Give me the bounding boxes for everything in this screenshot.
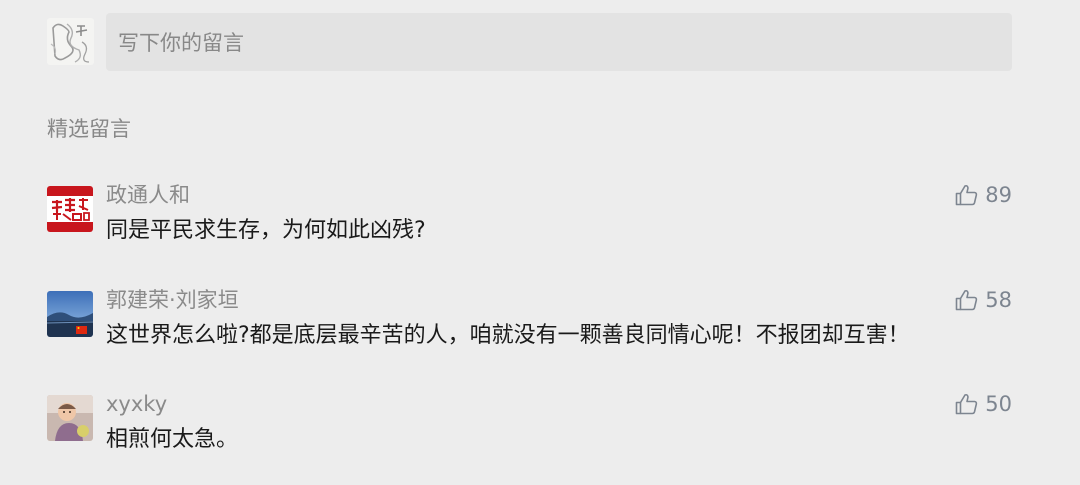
red-calligraphy-avatar[interactable] [47, 186, 93, 232]
like-count: 89 [985, 183, 1012, 207]
comment-item: 郭建荣·刘家垣 这世界怎么啦?都是底层最辛苦的人，咱就没有一颗善良同情心呢！不报… [0, 288, 1080, 381]
comment-text: 同是平民求生存，为何如此凶残? [106, 218, 426, 243]
comment-author[interactable]: 政通人和 [106, 181, 190, 209]
comment-author[interactable]: 郭建荣·刘家垣 [106, 286, 239, 314]
comment-item: 政通人和 同是平民求生存，为何如此凶残? 89 [0, 183, 1080, 276]
comment-input[interactable]: 写下你的留言 [106, 13, 1012, 71]
thumbs-up-icon [955, 184, 978, 206]
like-button[interactable]: 58 [955, 286, 1012, 314]
featured-comments-title: 精选留言 [47, 117, 131, 141]
like-count: 50 [985, 392, 1012, 416]
comment-input-placeholder: 写下你的留言 [118, 31, 244, 55]
like-button[interactable]: 50 [955, 390, 1012, 418]
comment-text: 相煎何太急。 [106, 427, 239, 452]
child-photo-avatar[interactable] [47, 395, 93, 441]
like-button[interactable]: 89 [955, 181, 1012, 209]
thumbs-up-icon [955, 393, 978, 415]
comment-text: 这世界怎么啦?都是底层最辛苦的人，咱就没有一颗善良同情心呢！不报团却互害！ [106, 323, 910, 348]
like-count: 58 [985, 288, 1012, 312]
landscape-flag-avatar[interactable] [47, 291, 93, 337]
comment-author[interactable]: xyxky [106, 390, 167, 418]
current-user-avatar [47, 18, 94, 65]
thumbs-up-icon [955, 289, 978, 311]
